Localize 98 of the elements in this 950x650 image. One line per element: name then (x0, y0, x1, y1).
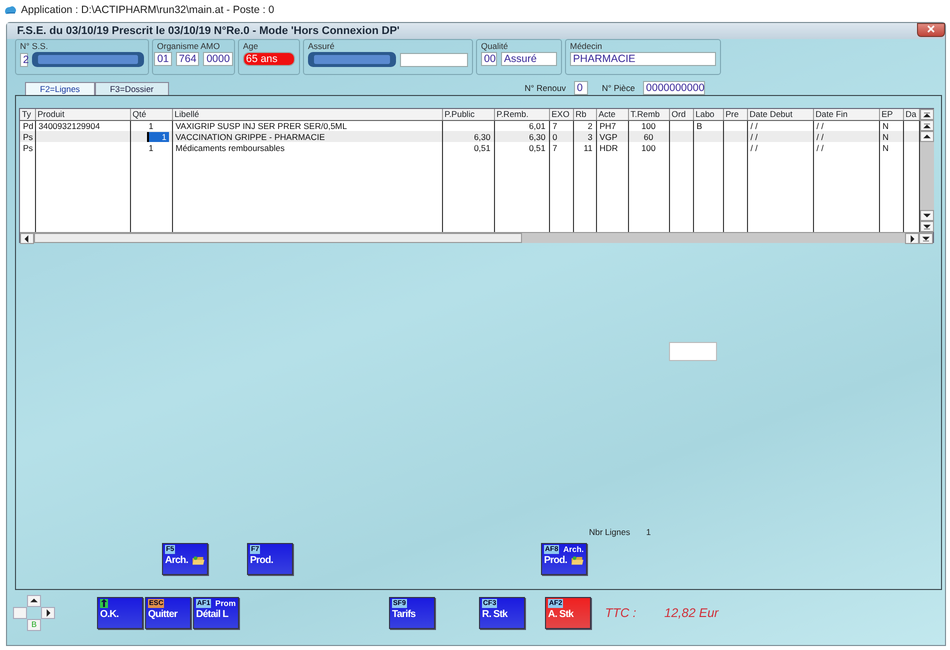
table-cell: 0,51 (494, 142, 549, 153)
table-cell: 0 (549, 131, 573, 142)
column-header[interactable]: Ord (669, 109, 693, 120)
table-cell: 6,30 (494, 131, 549, 142)
input-field[interactable] (669, 342, 717, 361)
input-field[interactable]: Assuré (501, 52, 557, 66)
caret-left-icon (23, 234, 31, 242)
table-cell: 100 (628, 142, 669, 153)
column-header[interactable]: P.Public (442, 109, 494, 120)
table-cell: / / (813, 131, 879, 142)
field-label: N° Renouv (524, 82, 566, 94)
table-cell: 1 (130, 142, 172, 153)
input-field[interactable]: 01 (154, 52, 172, 66)
table-cell: VACCINATION GRIPPE - PHARMACIE (172, 131, 442, 142)
age-field: 65 ans (243, 52, 295, 66)
table-cell: / / (813, 142, 879, 153)
table-cell: 60 (628, 131, 669, 142)
table-cell: / / (747, 131, 813, 142)
table-cell: Médicaments remboursables (172, 142, 442, 153)
table-cell: N (879, 142, 903, 153)
column-header[interactable]: Pre (723, 109, 747, 120)
total-value: 12,82 Eur (664, 604, 718, 622)
table-cell: 7 (549, 142, 573, 153)
app-title: Application : D:\ACTIPHARM\run32\main.at - Poste : 0 (21, 3, 274, 18)
column-header[interactable]: Libellé (172, 109, 442, 120)
column-header[interactable]: EXO (549, 109, 573, 120)
table-cell: Ps (20, 131, 35, 142)
page-down-button[interactable] (920, 221, 934, 232)
column-header[interactable]: Da (903, 109, 919, 120)
table-cell: 0,51 (442, 142, 494, 153)
horizontal-scrollbar[interactable] (20, 232, 933, 243)
tab[interactable]: F2=Lignes (25, 82, 95, 95)
table-cell: N (879, 131, 903, 142)
input-field[interactable]: 0 (574, 81, 588, 95)
table-cell: 3 (573, 131, 596, 142)
scroll-end-button[interactable] (919, 233, 933, 244)
table-cell: Ps (20, 142, 35, 153)
table-cell: HDR (596, 142, 628, 153)
line-count-label: Nbr Lignes (589, 526, 630, 539)
field-label: Médecin (570, 40, 604, 52)
input-field[interactable]: 764 (176, 52, 200, 66)
column-header[interactable]: EP (879, 109, 903, 120)
tab[interactable]: F3=Dossier (94, 82, 169, 95)
vertical-scrollbar[interactable] (920, 109, 934, 232)
field-label: Organisme AMO (157, 40, 221, 52)
column-header[interactable]: T.Remb (628, 109, 669, 120)
column-header[interactable]: P.Remb. (494, 109, 549, 120)
column-header[interactable]: Rb (573, 109, 596, 120)
page-up-button[interactable] (920, 120, 934, 131)
field-label: Assuré (308, 40, 336, 52)
scroll-right-button[interactable] (905, 233, 919, 244)
folder-icon (571, 555, 584, 566)
quantity-field[interactable]: 1 (146, 132, 168, 142)
column-header[interactable]: Date Debut (747, 109, 813, 120)
input-field[interactable]: PHARMACIE (570, 52, 716, 66)
table-cell: 11 (573, 142, 596, 153)
scroll-top-button[interactable] (920, 109, 934, 120)
input-field[interactable]: 0000000000 (643, 81, 706, 95)
scroll-down-button[interactable] (920, 210, 934, 221)
column-header[interactable]: Ty (20, 109, 35, 120)
folder-icon (192, 555, 206, 566)
caret-up-icon (30, 597, 38, 605)
scrollbar-thumb[interactable] (34, 233, 522, 243)
field-label: N° Pièce (602, 82, 636, 94)
caret-right-icon (908, 234, 916, 242)
jump-down-icon (922, 234, 930, 242)
table-row[interactable]: Ps 1 VACCINATION GRIPPE - PHARMACIE 6,30 6,30 0 3 VGP 60 / / / / N (20, 131, 919, 142)
total-label: TTC : (605, 604, 636, 622)
table-cell: VGP (596, 131, 628, 142)
table-cell: 6,30 (442, 131, 494, 142)
caret-right-icon (44, 609, 52, 617)
scroll-left-button[interactable] (20, 233, 34, 244)
table-row[interactable]: Ps 1 Médicaments remboursables 0,51 0,51 7 11 HDR 100 / / / / N (20, 142, 919, 153)
table-cell: / / (747, 142, 813, 153)
scroll-up-button[interactable] (920, 131, 934, 142)
close-button[interactable] (917, 23, 945, 37)
right-button[interactable] (41, 607, 55, 619)
column-header[interactable]: Qté (130, 109, 172, 120)
input-field[interactable]: 00 (481, 52, 497, 66)
column-header[interactable]: Produit (35, 109, 130, 120)
jump-up-icon (922, 122, 930, 130)
app-icon (4, 5, 17, 17)
field-label: Qualité (481, 40, 509, 52)
input-field[interactable] (400, 52, 468, 66)
column-header[interactable]: Date Fin (813, 109, 879, 120)
field-label: N° S.S. (20, 40, 49, 52)
ok-button[interactable]: O.K. (97, 597, 143, 629)
field-label: Age (243, 40, 260, 52)
column-header[interactable]: Acte (596, 109, 628, 120)
input-field[interactable]: 0000 (203, 52, 233, 66)
close-icon (927, 25, 935, 34)
window-title: F.S.E. du 03/10/19 Prescrit le 03/10/19 N°Re.0 - Mode 'Hors Connexion DP' (17, 24, 400, 39)
up-button[interactable] (27, 595, 41, 607)
column-header[interactable]: Labo (693, 109, 723, 120)
jump-down-icon (922, 222, 930, 230)
line-count-value: 1 (646, 526, 651, 539)
jump-up-icon (922, 110, 930, 118)
input-field[interactable]: 2 (20, 52, 28, 66)
